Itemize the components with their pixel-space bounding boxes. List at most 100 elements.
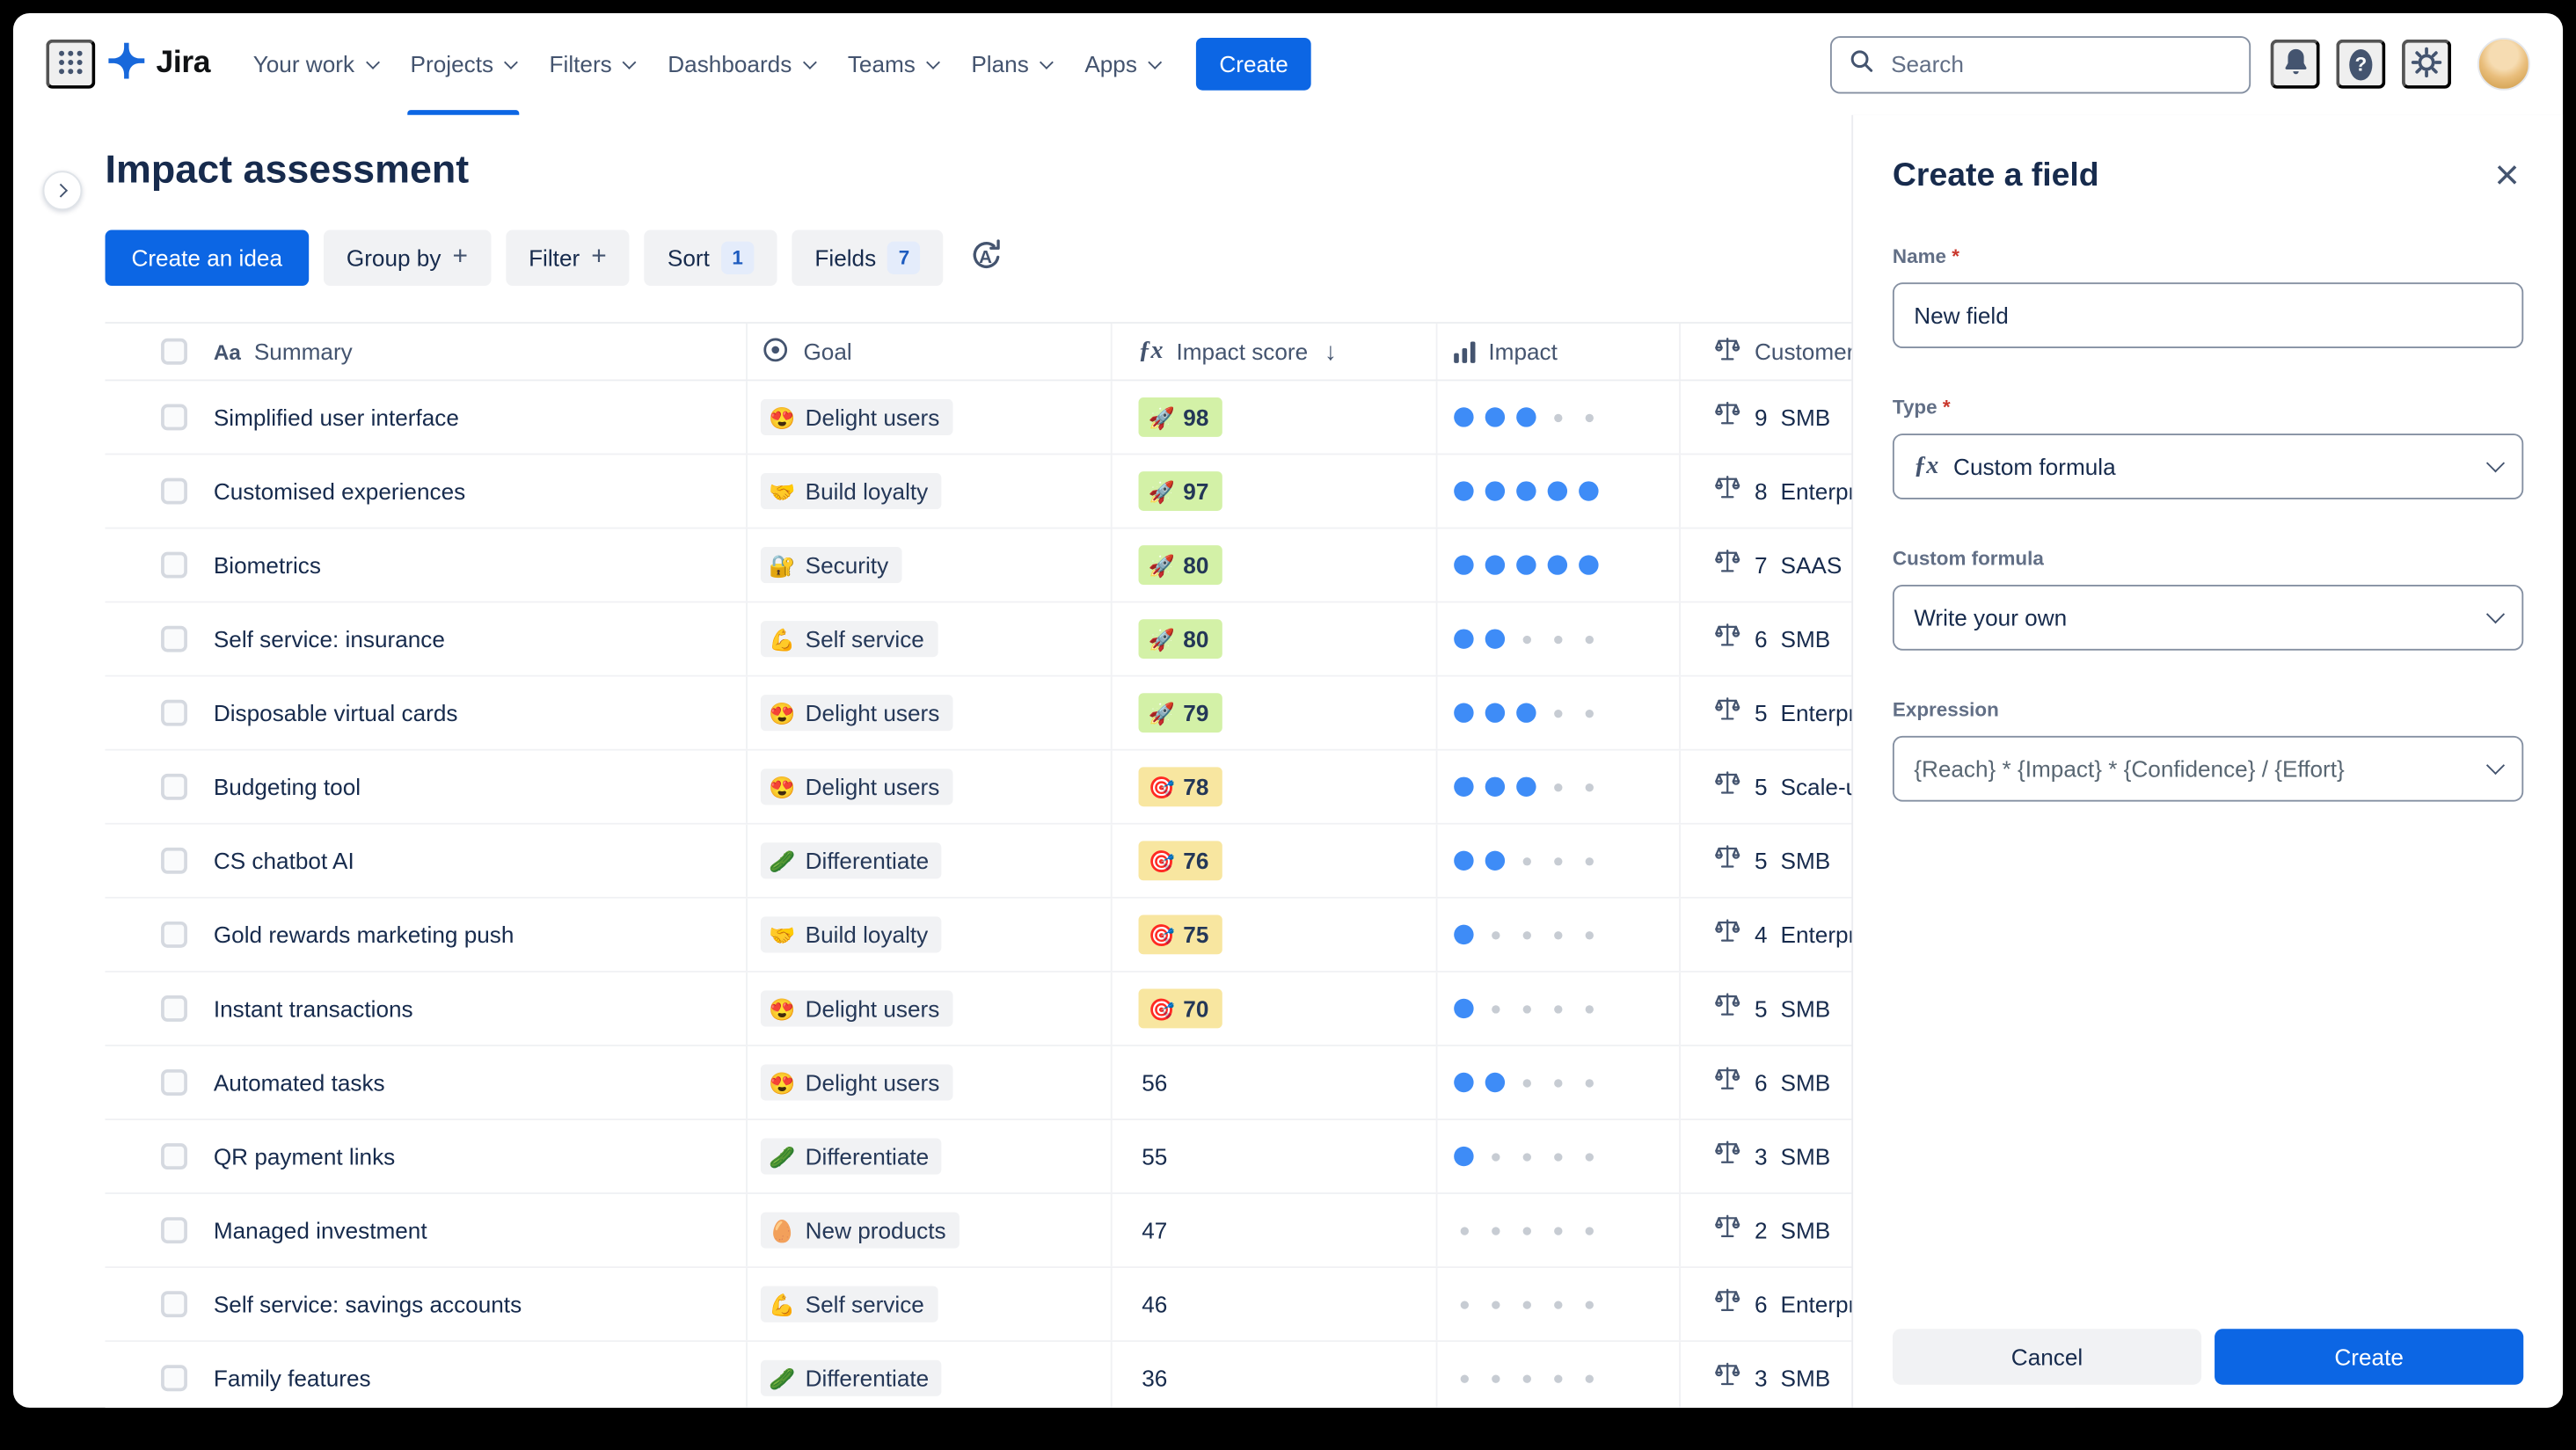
nav-item-teams[interactable]: Teams	[831, 13, 955, 115]
table-row[interactable]: Self service: insurance 💪 Self service 🚀 80 6…	[105, 602, 2076, 677]
table-row[interactable]: Managed investment 🥚 New products 47 2 SMB	[105, 1194, 2076, 1269]
goal-chip[interactable]: 😍 Delight users	[760, 769, 953, 805]
impact-score-cell[interactable]: 🎯 78	[1113, 750, 1438, 823]
row-checkbox[interactable]	[161, 773, 187, 800]
settings-button[interactable]	[2402, 39, 2452, 89]
nav-item-apps[interactable]: Apps	[1069, 13, 1177, 115]
column-header-summary[interactable]: Aa Summary	[197, 323, 748, 380]
summary-cell[interactable]: Disposable virtual cards	[197, 676, 748, 749]
summary-cell[interactable]: Family features	[197, 1342, 748, 1408]
expression-select[interactable]: {Reach} * {Impact} * {Confidence} / {Eff…	[1892, 735, 2524, 802]
notifications-button[interactable]	[2270, 39, 2320, 89]
goal-chip[interactable]: 🥒 Differentiate	[760, 1359, 943, 1396]
impact-score-cell[interactable]: 🎯 70	[1113, 972, 1438, 1046]
summary-cell[interactable]: CS chatbot AI	[197, 824, 748, 897]
jira-logo[interactable]: Jira	[108, 41, 211, 86]
goal-cell[interactable]: 💪 Self service	[748, 1268, 1113, 1341]
impact-cell[interactable]	[1438, 1046, 1681, 1119]
fields-button[interactable]: Fields 7	[792, 230, 944, 287]
impact-score-cell[interactable]: 🚀 80	[1113, 602, 1438, 675]
create-idea-button[interactable]: Create an idea	[105, 230, 309, 287]
impact-cell[interactable]	[1438, 381, 1681, 454]
impact-score-cell[interactable]: 46	[1113, 1268, 1438, 1341]
goal-chip[interactable]: 😍 Delight users	[760, 695, 953, 732]
global-search[interactable]	[1829, 35, 2251, 93]
table-row[interactable]: Instant transactions 😍 Delight users 🎯 70 5 SM…	[105, 972, 2076, 1046]
close-button[interactable]: ×	[2481, 148, 2534, 200]
impact-score-cell[interactable]: 🚀 97	[1113, 455, 1438, 528]
impact-score-cell[interactable]: 🎯 76	[1113, 824, 1438, 897]
row-checkbox[interactable]	[161, 847, 187, 874]
row-checkbox[interactable]	[161, 625, 187, 652]
goal-cell[interactable]: 😍 Delight users	[748, 381, 1113, 454]
column-header-impact[interactable]: Impact	[1438, 323, 1681, 380]
summary-cell[interactable]: Managed investment	[197, 1194, 748, 1267]
summary-cell[interactable]: Automated tasks	[197, 1046, 748, 1119]
goal-chip[interactable]: 😍 Delight users	[760, 1064, 953, 1101]
goal-chip[interactable]: 🔐 Security	[760, 547, 902, 584]
goal-chip[interactable]: 😍 Delight users	[760, 398, 953, 436]
row-checkbox[interactable]	[161, 1291, 187, 1318]
sort-button[interactable]: Sort 1	[644, 230, 777, 287]
search-input[interactable]	[1887, 49, 2233, 79]
impact-cell[interactable]	[1438, 898, 1681, 971]
table-row[interactable]: Simplified user interface 😍 Delight users 🚀…	[105, 381, 2076, 455]
global-create-button[interactable]: Create	[1196, 37, 1312, 91]
summary-cell[interactable]: Biometrics	[197, 528, 748, 601]
create-field-button[interactable]: Create	[2215, 1329, 2524, 1385]
nav-item-your-work[interactable]: Your work	[237, 13, 394, 115]
impact-cell[interactable]	[1438, 455, 1681, 528]
cancel-button[interactable]: Cancel	[1892, 1329, 2202, 1385]
impact-cell[interactable]	[1438, 1268, 1681, 1341]
goal-chip[interactable]: 🤝 Build loyalty	[760, 472, 942, 510]
impact-cell[interactable]	[1438, 1342, 1681, 1408]
summary-cell[interactable]: Self service: insurance	[197, 602, 748, 675]
row-checkbox[interactable]	[161, 477, 187, 505]
goal-chip[interactable]: 🥚 New products	[760, 1212, 960, 1249]
goal-chip[interactable]: 💪 Self service	[760, 1286, 938, 1322]
row-checkbox[interactable]	[161, 1217, 187, 1244]
nav-item-dashboards[interactable]: Dashboards	[652, 13, 832, 115]
impact-score-cell[interactable]: 56	[1113, 1046, 1438, 1119]
table-row[interactable]: Budgeting tool 😍 Delight users 🎯 78 5 Scale-up…	[105, 750, 2076, 825]
goal-cell[interactable]: 😍 Delight users	[748, 972, 1113, 1046]
row-checkbox[interactable]	[161, 995, 187, 1022]
table-row[interactable]: Automated tasks 😍 Delight users 56 6 SMB	[105, 1046, 2076, 1120]
impact-score-cell[interactable]: 36	[1113, 1342, 1438, 1408]
goal-cell[interactable]: 🤝 Build loyalty	[748, 898, 1113, 971]
table-row[interactable]: Family features 🥒 Differentiate 36 3 SMB	[105, 1342, 2076, 1408]
goal-chip[interactable]: 🥒 Differentiate	[760, 842, 943, 879]
row-checkbox[interactable]	[161, 551, 187, 579]
goal-cell[interactable]: 😍 Delight users	[748, 750, 1113, 823]
row-checkbox[interactable]	[161, 404, 187, 431]
table-row[interactable]: QR payment links 🥒 Differentiate 55 3 SMB	[105, 1119, 2076, 1195]
summary-cell[interactable]: QR payment links	[197, 1119, 748, 1193]
summary-cell[interactable]: Gold rewards marketing push	[197, 898, 748, 971]
field-type-select[interactable]: ƒx Custom formula	[1892, 434, 2524, 499]
rank-sort-button[interactable]: A	[959, 230, 1015, 287]
column-header-impact-score[interactable]: ƒx Impact score ↓	[1113, 323, 1438, 380]
goal-cell[interactable]: 🔐 Security	[748, 528, 1113, 601]
goal-cell[interactable]: 😍 Delight users	[748, 676, 1113, 749]
table-row[interactable]: Biometrics 🔐 Security 🚀 80 7 SAAS	[105, 528, 2076, 603]
goal-chip[interactable]: 😍 Delight users	[760, 990, 953, 1027]
row-checkbox[interactable]	[161, 699, 187, 726]
nav-item-projects[interactable]: Projects	[394, 13, 533, 115]
impact-cell[interactable]	[1438, 750, 1681, 823]
group-by-button[interactable]: Group by +	[323, 230, 492, 287]
impact-cell[interactable]	[1438, 528, 1681, 601]
impact-cell[interactable]	[1438, 1119, 1681, 1193]
column-header-goal[interactable]: Goal	[748, 323, 1113, 380]
impact-score-cell[interactable]: 47	[1113, 1194, 1438, 1267]
goal-cell[interactable]: 🥚 New products	[748, 1194, 1113, 1267]
goal-cell[interactable]: 🥒 Differentiate	[748, 824, 1113, 897]
custom-formula-select[interactable]: Write your own	[1892, 585, 2524, 651]
row-checkbox[interactable]	[161, 1143, 187, 1170]
sidebar-expand-button[interactable]	[42, 171, 83, 211]
goal-chip[interactable]: 💪 Self service	[760, 621, 938, 658]
summary-cell[interactable]: Customised experiences	[197, 455, 748, 528]
impact-cell[interactable]	[1438, 602, 1681, 675]
table-row[interactable]: CS chatbot AI 🥒 Differentiate 🎯 76 5 SMB	[105, 824, 2076, 899]
table-row[interactable]: Disposable virtual cards 😍 Delight users 🚀 7…	[105, 676, 2076, 751]
goal-cell[interactable]: 😍 Delight users	[748, 1046, 1113, 1119]
